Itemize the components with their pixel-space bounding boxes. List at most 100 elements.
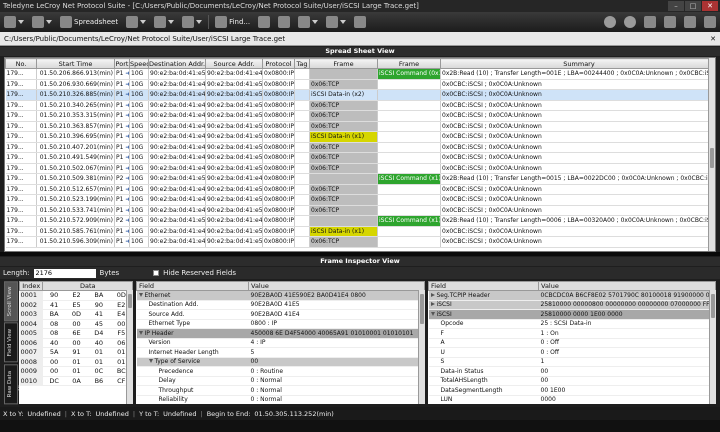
- zoom-in-button[interactable]: [600, 14, 620, 30]
- table-row[interactable]: 179...01.50.210.523.199(min)P1 ➜10G90:e2…: [5, 194, 715, 206]
- col-header-speed[interactable]: Speed: [129, 58, 149, 69]
- cell-frame[interactable]: [309, 68, 378, 80]
- field-row[interactable]: Type of Service 00: [136, 357, 425, 367]
- cell-frame-2[interactable]: [377, 110, 441, 122]
- open-button[interactable]: [28, 14, 56, 30]
- col-header-start-time[interactable]: Start Time: [36, 58, 115, 69]
- table-row[interactable]: 179...01.50.210.502.067(min)P1 ➜10G90:e2…: [5, 163, 715, 174]
- settings-button[interactable]: [700, 14, 720, 30]
- cell-frame[interactable]: 0x06:TCP: [309, 110, 378, 122]
- cell-frame-2[interactable]: [377, 100, 441, 111]
- collapse-icon[interactable]: [148, 359, 153, 364]
- field-row[interactable]: DataSegmentLength 00 1E00: [428, 385, 716, 396]
- collapse-icon[interactable]: [430, 311, 435, 316]
- view-button-3[interactable]: [178, 14, 206, 30]
- table-row[interactable]: 179...01.50.210.326.885(min)P1 ➜10G90:e2…: [5, 89, 715, 101]
- tab-raw-data-view[interactable]: Raw Data View: [4, 363, 24, 404]
- field-row[interactable]: A 0 : Off: [428, 338, 716, 348]
- field-row[interactable]: Data-in Status 00: [428, 366, 716, 377]
- col-header-tag[interactable]: Tag: [294, 58, 310, 69]
- cell-frame[interactable]: [309, 215, 378, 227]
- cell-frame[interactable]: 0x06:TCP: [309, 79, 378, 90]
- hex-byte[interactable]: 40: [87, 338, 111, 348]
- save-as-button[interactable]: [274, 14, 294, 30]
- cell-frame-2[interactable]: [377, 194, 441, 206]
- close-document-icon[interactable]: ✕: [710, 32, 716, 46]
- hex-byte[interactable]: 41: [87, 309, 111, 320]
- table-row[interactable]: 179...01.50.210.572.909(min)P2 ➜10G90:e2…: [5, 215, 715, 227]
- cell-frame-2[interactable]: [377, 236, 441, 248]
- cell-frame[interactable]: 0x06:TCP: [309, 184, 378, 195]
- hex-byte[interactable]: 90: [87, 300, 111, 310]
- menu-button[interactable]: [0, 14, 28, 30]
- cell-frame[interactable]: iSCSI Data-in (x2): [309, 89, 378, 101]
- hex-byte[interactable]: 00: [65, 319, 88, 329]
- col-header-port[interactable]: Port: [114, 58, 130, 69]
- col-header-destination[interactable]: Destination Addr.: [148, 58, 206, 69]
- table-row[interactable]: 179...01.50.210.407.201(min)P1 ➜10G90:e2…: [5, 142, 715, 153]
- collapse-icon[interactable]: [138, 292, 143, 297]
- field-row[interactable]: Throughput 0 : Normal: [136, 385, 425, 396]
- cell-frame[interactable]: 0x06:TCP: [309, 152, 378, 164]
- hex-byte[interactable]: 01: [65, 366, 88, 377]
- field-row[interactable]: IP Header 450008 6E D4F54000 40065A91 010…: [136, 328, 425, 339]
- save-button[interactable]: [254, 14, 274, 30]
- cell-frame-2[interactable]: [377, 121, 441, 132]
- cell-frame-2[interactable]: iSCSI Command (x1): [377, 173, 441, 185]
- hex-byte[interactable]: E5: [65, 300, 88, 310]
- field-row[interactable]: Precedence 0 : Routine: [136, 366, 425, 377]
- hex-byte[interactable]: 08: [42, 328, 66, 339]
- hex-byte[interactable]: 0C: [87, 366, 111, 377]
- table-row[interactable]: 179...01.50.210.512.657(min)P1 ➜10G90:e2…: [5, 184, 715, 195]
- cell-frame-2[interactable]: iSCSI Command (0x1): [377, 68, 441, 80]
- field-row[interactable]: Reliability 0 : Normal: [136, 395, 425, 404]
- cell-frame-2[interactable]: [377, 226, 441, 237]
- cell-frame[interactable]: 0x06:TCP: [309, 121, 378, 132]
- field-row[interactable]: Ethernet 90E2BA0D 41E590E2 BA0D41E4 0800: [136, 290, 425, 301]
- table-row[interactable]: 179...01.50.210.533.741(min)P1 ➜10G90:e2…: [5, 205, 715, 216]
- expand-icon[interactable]: [430, 302, 435, 307]
- tab-scroll-view[interactable]: Scroll View: [4, 281, 18, 322]
- cell-frame-2[interactable]: [377, 152, 441, 164]
- hide-filter-button[interactable]: [680, 14, 700, 30]
- table-row[interactable]: 179...01.50.206.866.913(min)P1 ➜10G90:e2…: [5, 68, 715, 80]
- field-row[interactable]: Destination Add. 90E2BA0D 41E5: [136, 300, 425, 310]
- field-row[interactable]: Internet Header Length 5: [136, 347, 425, 358]
- table-row[interactable]: 179...01.50.210.491.549(min)P1 ➜10G90:e2…: [5, 152, 715, 164]
- field-row[interactable]: TotalAHSLength 00: [428, 376, 716, 386]
- hex-byte[interactable]: 0A: [65, 376, 88, 386]
- hex-byte[interactable]: BA: [42, 309, 66, 320]
- hex-byte[interactable]: 45: [87, 319, 111, 329]
- zoom-out-button[interactable]: [620, 14, 640, 30]
- table-row[interactable]: 179...01.50.206.930.669(min)P1 ➜10G90:e2…: [5, 79, 715, 90]
- cell-frame[interactable]: 0x06:TCP: [309, 163, 378, 174]
- pane-splitter[interactable]: [0, 252, 720, 256]
- spreadsheet-scrollbar[interactable]: [708, 58, 715, 251]
- cell-frame[interactable]: 0x06:TCP: [309, 142, 378, 153]
- table-row[interactable]: 179...01.50.210.396.695(min)P1 ➜10G90:e2…: [5, 131, 715, 143]
- hex-byte[interactable]: DC: [42, 376, 66, 386]
- cell-frame[interactable]: 0x06:TCP: [309, 100, 378, 111]
- field-row[interactable]: Delay 0 : Normal: [136, 376, 425, 386]
- hex-byte[interactable]: 40: [42, 338, 66, 348]
- field-row[interactable]: Source Add. 90E2BA0D 41E4: [136, 309, 425, 320]
- hex-byte[interactable]: 00: [42, 366, 66, 377]
- cell-frame-2[interactable]: [377, 131, 441, 143]
- table-row[interactable]: 179...01.50.210.353.315(min)P1 ➜10G90:e2…: [5, 110, 715, 122]
- spreadsheet-button[interactable]: Spreadsheet: [56, 14, 122, 30]
- cell-frame-2[interactable]: [377, 184, 441, 195]
- cell-frame-2[interactable]: [377, 79, 441, 90]
- field-row[interactable]: Version 4 : IP: [136, 338, 425, 348]
- col-header-summary[interactable]: Summary: [440, 58, 715, 69]
- collapse-icon[interactable]: [138, 330, 143, 335]
- cell-frame-2[interactable]: [377, 205, 441, 216]
- cell-frame[interactable]: 0x06:TCP: [309, 236, 378, 248]
- cell-frame-2[interactable]: [377, 163, 441, 174]
- hex-byte[interactable]: 0D: [65, 309, 88, 320]
- cell-frame[interactable]: [309, 173, 378, 185]
- scrollbar-thumb[interactable]: [710, 148, 714, 168]
- cell-frame[interactable]: 0x06:TCP: [309, 194, 378, 206]
- import-button[interactable]: [322, 14, 350, 30]
- minimize-icon[interactable]: –: [668, 1, 684, 11]
- hex-byte[interactable]: 00: [65, 338, 88, 348]
